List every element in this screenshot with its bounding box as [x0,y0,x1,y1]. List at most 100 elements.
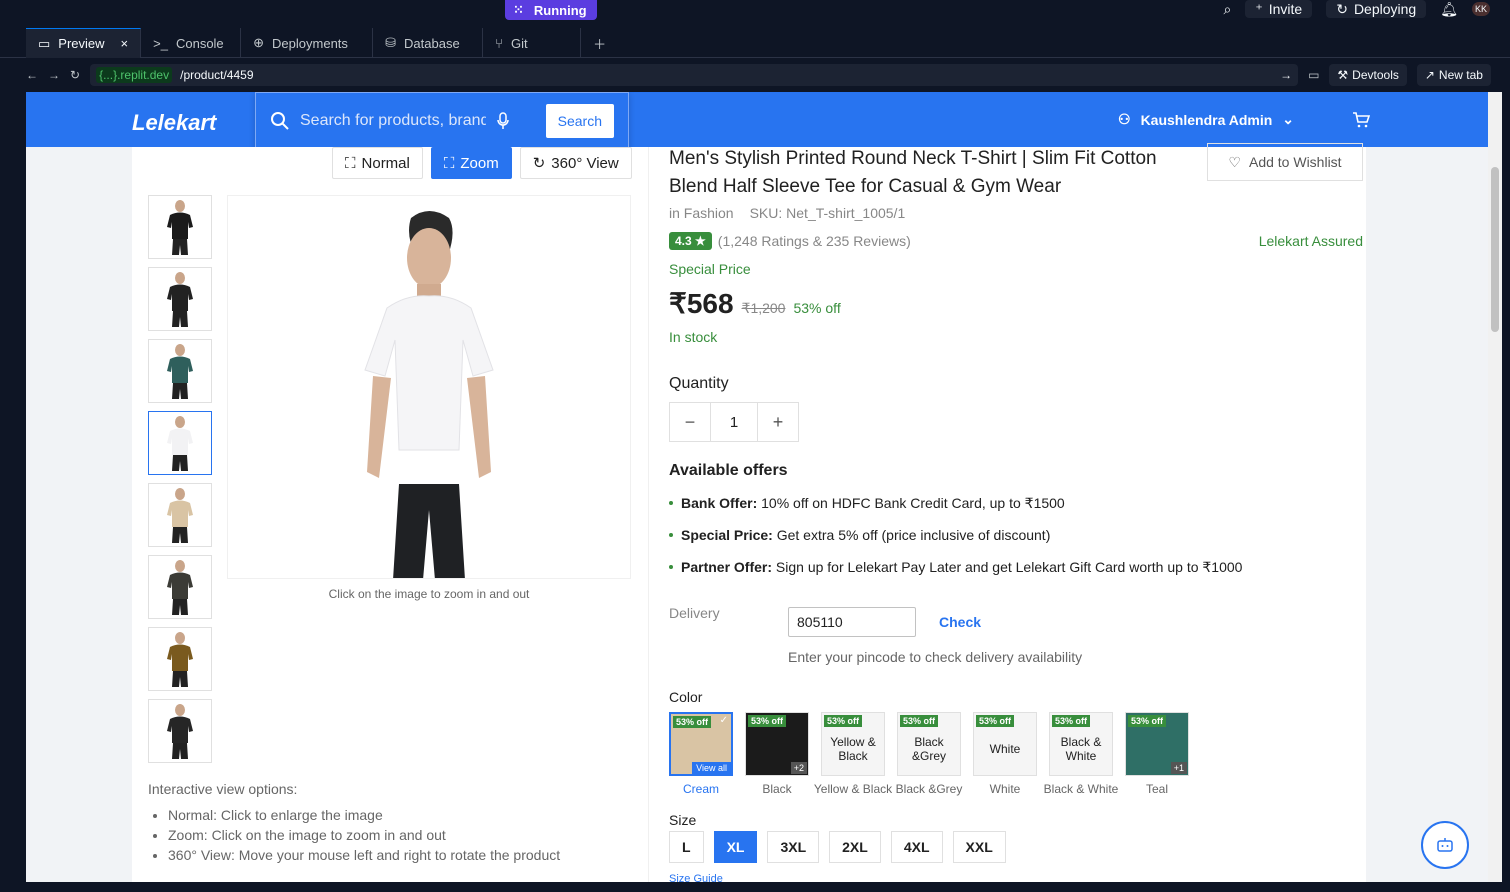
view-mode-buttons: ⛶ Normal ⛶ Zoom ↻ 360° View [332,147,632,179]
tab-git[interactable]: ⑂ Git [483,28,582,58]
view-all-badge[interactable]: View all [692,762,731,774]
close-icon[interactable]: × [121,36,129,51]
view-zoom-button[interactable]: ⛶ Zoom [430,147,512,179]
tab-label: Preview [58,36,105,51]
quantity-stepper: − 1 + [669,402,799,442]
product-thumbnail[interactable] [148,699,212,763]
pincode-hint: Enter your pincode to check delivery ava… [788,649,1083,665]
pincode-input[interactable]: 805110 [788,607,916,637]
view-normal-button[interactable]: ⛶ Normal [332,147,423,179]
device-icon[interactable]: ▭ [1308,68,1319,82]
size-option[interactable]: 3XL [767,831,820,863]
size-option[interactable]: 4XL [890,831,943,863]
microphone-icon[interactable] [496,112,510,130]
special-price-label: Special Price [669,261,751,277]
size-option[interactable]: 2XL [829,831,881,863]
more-count-badge: +2 [790,762,807,774]
tab-label: Deployments [272,35,348,51]
color-swatch[interactable]: 53% off Yellow & Black Yellow & Black [814,712,892,796]
avatar[interactable]: KK [1471,2,1490,16]
product-thumbnail[interactable] [148,267,212,331]
discount-badge: 53% off [1128,715,1167,727]
plus-button[interactable]: + [758,403,798,441]
chatbot-button[interactable] [1421,821,1469,869]
product-thumbnail[interactable] [148,411,212,475]
size-label: Size [669,812,697,828]
devtools-button[interactable]: ⚒ Devtools [1329,64,1407,86]
page-scrollbar[interactable] [1488,92,1502,882]
rating-row: 4.3 ★ (1,248 Ratings & 235 Reviews) Lele… [669,232,1363,250]
tab-deployments[interactable]: ⊕ Deployments [241,28,374,58]
url-domain: {...}.replit.dev [96,67,173,83]
search-input[interactable]: Search for products, brands [300,112,486,130]
site-logo[interactable]: Lelekart [132,110,216,136]
go-icon[interactable]: → [1280,68,1292,82]
color-swatch[interactable]: 53% off +2 Black [745,712,809,796]
back-icon[interactable]: ← [26,68,38,82]
minus-button[interactable]: − [670,403,710,441]
rating-badge: 4.3 ★ [669,232,712,250]
offer-title: Bank Offer: [681,494,758,511]
cart-icon[interactable] [1352,111,1370,129]
size-option[interactable]: XL [713,831,758,863]
search-icon[interactable]: ⌕ [1224,1,1232,18]
offer-title: Special Price: [681,527,773,543]
swatch-name: Black [762,782,792,796]
discount: 53% off [793,300,841,316]
invite-button[interactable]: ⁺ Invite [1245,0,1313,18]
new-tab-link[interactable]: ↗ New tab [1416,64,1491,86]
new-tab-button[interactable]: ＋ [581,28,618,58]
product-card: ⛶ Normal ⛶ Zoom ↻ 360° View Click on the im… [132,143,1366,882]
color-swatch[interactable]: 53% off +1 Teal [1125,712,1189,796]
quantity-value[interactable]: 1 [710,403,758,441]
tabbar-menu[interactable] [0,28,26,57]
git-icon: ⑂ [495,35,503,51]
bell-icon[interactable]: 🔔︎ [1440,1,1458,18]
size-option[interactable]: XXL [952,831,1006,863]
search-button[interactable]: Search [545,104,614,138]
url-field[interactable]: {...}.replit.dev /product/4459 → [90,64,1299,86]
tab-database[interactable]: ⛁ Database [373,28,484,58]
thumbnail-image [167,488,193,543]
terminal-icon: >_ [153,35,168,51]
color-swatch[interactable]: 53% off White White [973,712,1037,796]
product-thumbnail[interactable] [148,627,212,691]
view-360-button[interactable]: ↻ 360° View [519,147,632,179]
size-guide-link[interactable]: Size Guide [669,873,723,882]
thumbnail-image [167,632,193,687]
offer-item: Bank Offer: 10% off on HDFC Bank Credit … [669,487,1242,519]
reload-icon[interactable]: ↻ [70,68,80,82]
size-option[interactable]: L [669,831,704,863]
deploying-button[interactable]: ↻ Deploying [1326,0,1427,18]
color-swatch[interactable]: 53% off Black &Grey Black &Grey [896,712,962,796]
tab-console[interactable]: >_ Console [141,28,242,58]
product-thumbnail[interactable] [148,195,212,259]
thumbnail-image [167,200,193,255]
thumbnail-image [167,560,193,615]
view-zoom-label: Zoom [460,154,499,172]
swatch-thumbnail: 53% off Black &Grey [897,712,961,776]
quantity-label: Quantity [669,375,729,392]
thumbnail-image [167,344,193,399]
product-thumbnail[interactable] [148,339,212,403]
run-button[interactable]: ⁙ Running [505,0,597,20]
main-product-image[interactable] [227,195,631,579]
url-path: /product/4459 [180,68,254,82]
user-menu[interactable]: ⚇ Kaushlendra Admin ⌄ [1118,111,1294,128]
forward-icon[interactable]: → [48,68,60,82]
browser-bar: ← → ↻ {...}.replit.dev /product/4459 → ▭… [26,62,1510,88]
wishlist-button[interactable]: ♡ Add to Wishlist [1207,143,1363,181]
color-swatch[interactable]: 53% off View all ✓ Cream [669,712,733,796]
color-swatch[interactable]: 53% off Black & White Black & White [1044,712,1118,796]
reviews-count[interactable]: (1,248 Ratings & 235 Reviews) [718,233,911,249]
options-title: Interactive view options: [148,781,298,797]
tab-preview[interactable]: ▭ Preview × [26,28,142,58]
swatch-text: Yellow & Black [830,735,876,763]
check-button[interactable]: Check [939,614,981,630]
site-header: Lelekart Search for products, brands Sea… [26,92,1488,150]
rotate-icon: ↻ [532,155,546,172]
thumbnail-image [167,416,193,471]
product-thumbnail[interactable] [148,555,212,619]
scroll-thumb[interactable] [1491,167,1499,332]
product-thumbnail[interactable] [148,483,212,547]
